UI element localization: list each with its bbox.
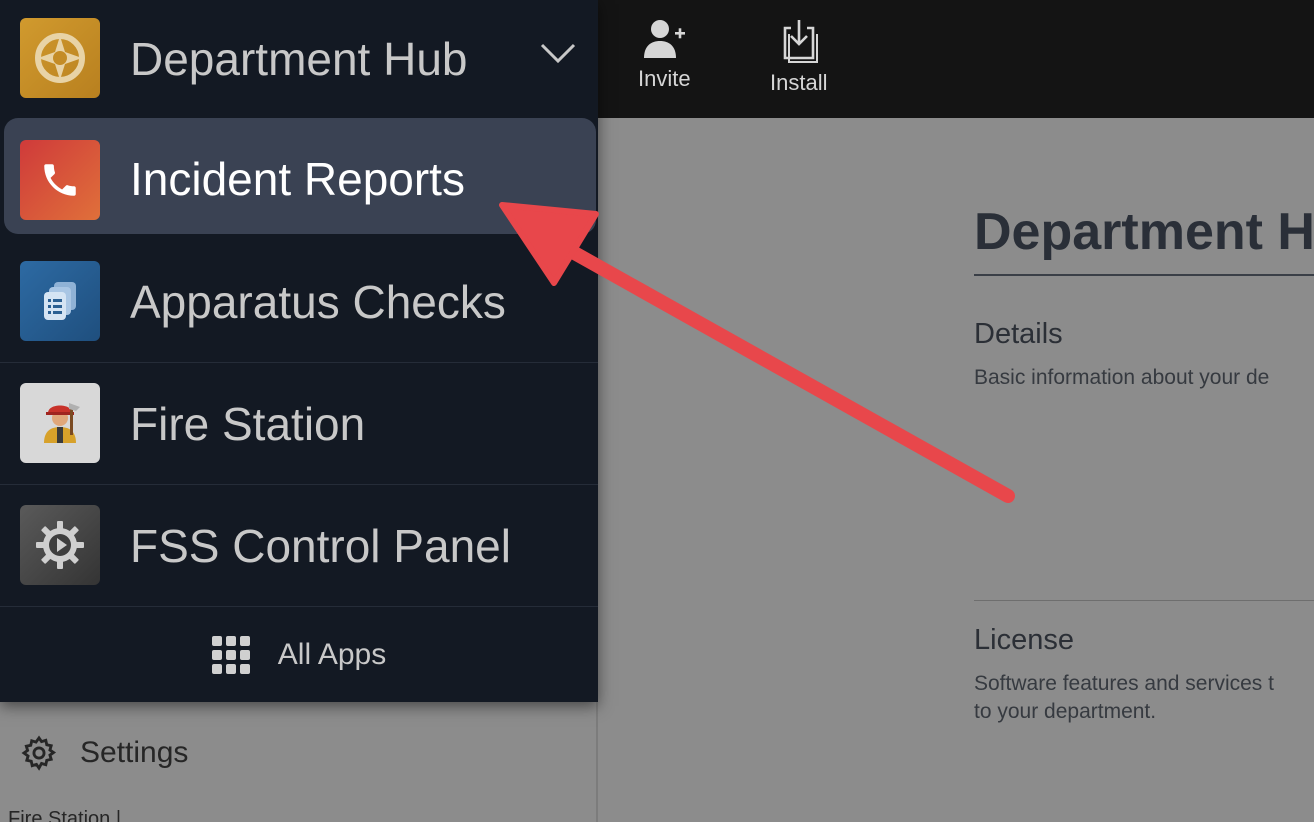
top-toolbar: Invite Install [598, 0, 1314, 118]
app-label-fire-station: Fire Station [130, 398, 366, 450]
license-description-line1: Software features and services t [974, 672, 1274, 695]
current-app-label: Department Hub [130, 33, 468, 85]
checklist-icon [20, 261, 100, 341]
license-description-line2: to your department. [974, 700, 1157, 723]
install-icon [783, 20, 818, 63]
license-heading: License [974, 624, 1074, 656]
title-divider [974, 274, 1314, 276]
grid-icon [211, 636, 250, 674]
install-button[interactable]: Install [770, 18, 827, 96]
gear-icon [21, 735, 57, 771]
settings-link[interactable]: Settings [20, 734, 188, 772]
chevron-down-icon[interactable] [540, 42, 576, 64]
app-switcher-dropdown: Department Hub Incident Reports Apparatu… [0, 0, 598, 702]
department-hub-icon [20, 18, 100, 98]
gear-icon [20, 505, 100, 585]
fire-station-subheading: Fire Station | [8, 808, 122, 822]
settings-label: Settings [80, 736, 189, 769]
app-item-fss-control-panel[interactable]: FSS Control Panel [0, 485, 598, 607]
app-label-incident-reports: Incident Reports [130, 153, 465, 205]
install-label: Install [770, 70, 828, 95]
app-item-fire-station[interactable]: Fire Station [0, 363, 598, 485]
add-user-icon [644, 20, 686, 58]
details-heading: Details [974, 318, 1063, 350]
app-label-fss-control-panel: FSS Control Panel [130, 520, 511, 572]
app-item-apparatus-checks[interactable]: Apparatus Checks [0, 241, 598, 363]
page-title: Department H [974, 203, 1314, 261]
section-divider [974, 600, 1314, 601]
main-content: Department H Details Basic information a… [598, 118, 1314, 822]
app-item-incident-reports[interactable]: Incident Reports [4, 118, 596, 234]
app-label-apparatus-checks: Apparatus Checks [130, 276, 506, 328]
app-switcher-header[interactable]: Department Hub [0, 0, 598, 116]
details-description: Basic information about your de [974, 366, 1270, 389]
invite-label: Invite [638, 66, 691, 91]
phone-icon [20, 140, 100, 220]
invite-button[interactable]: Invite [638, 18, 691, 92]
firefighter-icon [20, 383, 100, 463]
all-apps-label: All Apps [277, 638, 387, 671]
all-apps-button[interactable]: All Apps [0, 608, 598, 702]
